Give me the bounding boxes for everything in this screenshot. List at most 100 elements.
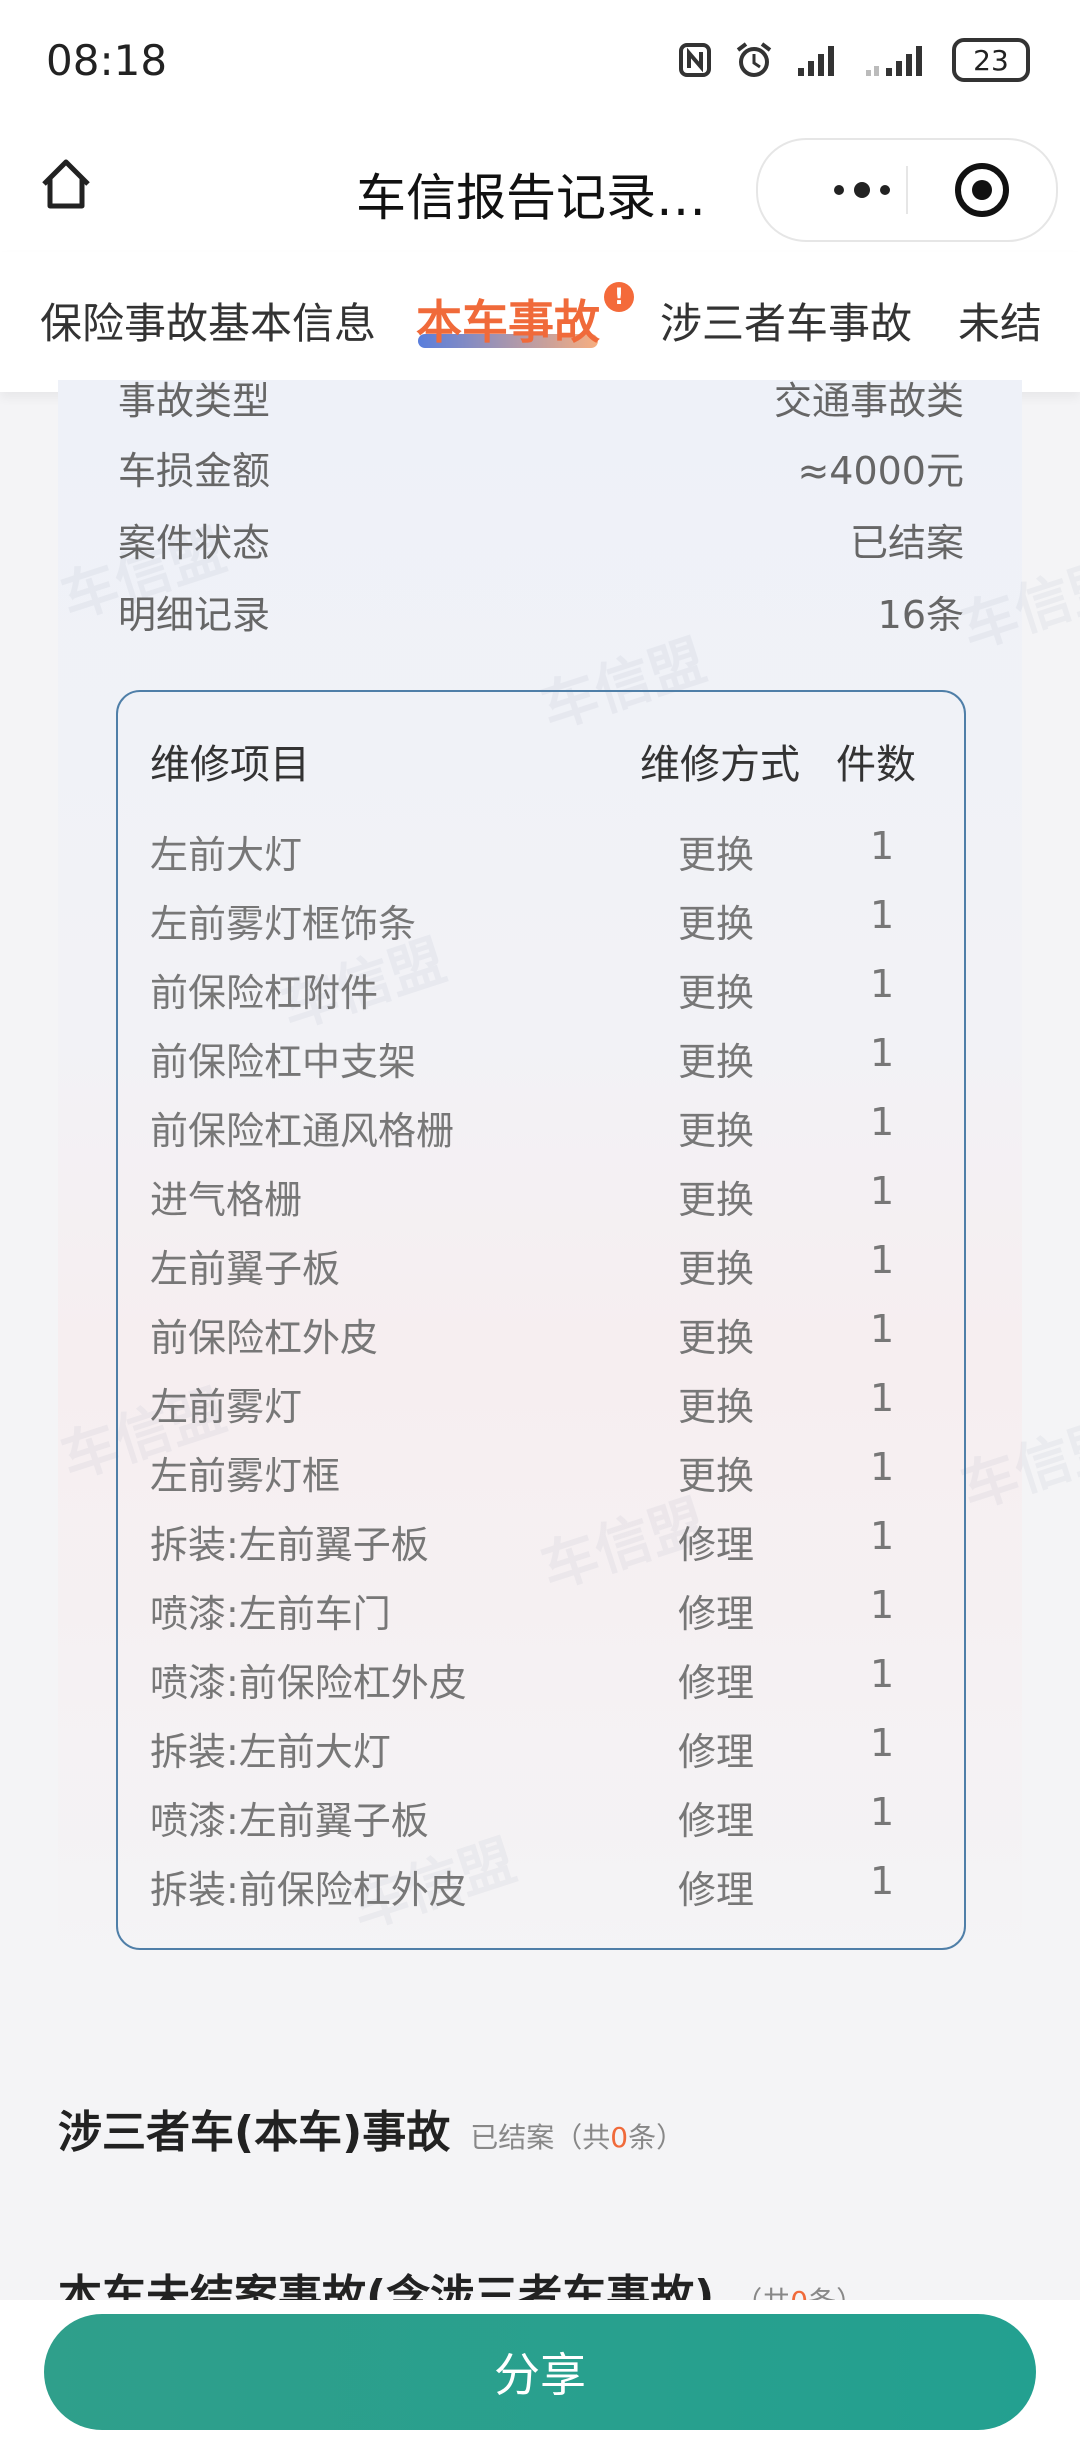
info-label: 案件状态	[118, 521, 271, 565]
table-row: 左前翼子板 更换 1	[118, 1238, 964, 1298]
repair-count: 1	[870, 962, 895, 1006]
accident-card: 车信盟 车信盟 车信盟 车信盟 车信盟 车信盟 车信盟 车信盟 事故类型 交通事…	[54, 379, 1080, 2000]
column-header-method: 维修方式	[640, 742, 800, 788]
repair-method: 更换	[678, 1109, 755, 1153]
table-row: 拆装:左前翼子板 修理 1	[118, 1514, 964, 1574]
repair-detail-table: 维修项目 维修方式 件数 左前大灯 更换 1 左前雾灯框饰条 更换 1 前保险杠附件 更换…	[116, 690, 966, 1950]
repair-count: 1	[870, 1790, 895, 1834]
repair-method: 更换	[678, 902, 755, 946]
section-count: 0	[610, 2121, 629, 2154]
repair-count: 1	[870, 1307, 895, 1351]
repair-method: 更换	[678, 1040, 755, 1084]
repair-item: 左前雾灯	[150, 1385, 303, 1429]
more-dot-right	[880, 185, 890, 195]
repair-count: 1	[870, 1031, 895, 1075]
repair-item: 喷漆:前保险杠外皮	[150, 1661, 467, 1705]
status-time: 08:18	[46, 36, 168, 85]
signal-icon	[798, 46, 834, 76]
close-target-icon[interactable]	[954, 162, 1010, 218]
repair-count: 1	[870, 1169, 895, 1213]
repair-count: 1	[870, 1238, 895, 1282]
nfc-icon	[679, 43, 711, 77]
more-button[interactable]	[802, 166, 922, 214]
tab-third-party[interactable]: 涉三者车事故	[660, 290, 912, 351]
table-row: 左前雾灯框 更换 1	[118, 1445, 964, 1505]
repair-method: 更换	[678, 1316, 755, 1360]
table-row: 左前雾灯 更换 1	[118, 1376, 964, 1436]
repair-item: 拆装:左前翼子板	[150, 1523, 429, 1567]
repair-method: 修理	[678, 1661, 755, 1705]
signal-icon-2	[866, 46, 922, 76]
info-row-detail-count: 明细记录 16条	[118, 584, 964, 639]
repair-item: 前保险杠附件	[150, 971, 379, 1015]
more-dots-icon	[834, 185, 844, 195]
info-value: 交通事故类	[773, 379, 964, 423]
repair-count: 1	[870, 1859, 895, 1903]
repair-count: 1	[870, 1652, 895, 1696]
table-row: 前保险杠中支架 更换 1	[118, 1031, 964, 1091]
page-title: 车信报告记录…	[356, 169, 706, 227]
watermark: 车信盟	[953, 548, 1080, 663]
table-row: 进气格栅 更换 1	[118, 1169, 964, 1229]
table-row: 喷漆:左前车门 修理 1	[118, 1583, 964, 1643]
tab-insurance-basic[interactable]: 保险事故基本信息	[40, 290, 376, 351]
table-row: 左前大灯 更换 1	[118, 824, 964, 884]
section-unit: 条）	[628, 2121, 685, 2154]
watermark: 车信盟	[953, 1408, 1080, 1523]
repair-count: 1	[870, 824, 895, 868]
repair-count: 1	[870, 1583, 895, 1627]
repair-count: 1	[870, 893, 895, 937]
repair-item: 拆装:左前大灯	[150, 1730, 391, 1774]
section-subtitle: 已结案（共0条）	[470, 2121, 684, 2154]
repair-item: 进气格栅	[150, 1178, 303, 1222]
table-row: 前保险杠外皮 更换 1	[118, 1307, 964, 1367]
info-row-case-status: 案件状态 已结案	[118, 512, 964, 567]
repair-item: 左前翼子板	[150, 1247, 341, 1291]
status-icons: 23	[678, 38, 1030, 82]
more-dot-center	[854, 182, 870, 198]
battery-indicator: 23	[952, 38, 1030, 82]
section-third-party-own: 涉三者车(本车)事故 已结案（共0条）	[58, 2096, 684, 2160]
status-bar: 08:18 23	[0, 0, 1080, 120]
info-row-damage-amount: 车损金额 ≈4000元	[118, 440, 964, 495]
repair-item: 喷漆:左前翼子板	[150, 1799, 429, 1843]
bottom-bar: 分享	[0, 2300, 1080, 2440]
repair-item: 前保险杠中支架	[150, 1040, 417, 1084]
alert-badge: !	[604, 282, 634, 312]
table-row: 喷漆:前保险杠外皮 修理 1	[118, 1652, 964, 1712]
tab-own-accident[interactable]: 本车事故	[416, 286, 600, 352]
section-title: 涉三者车(本车)事故	[58, 2107, 451, 2158]
repair-method: 修理	[678, 1730, 755, 1774]
repair-item: 左前大灯	[150, 833, 303, 877]
info-label: 事故类型	[118, 379, 271, 423]
info-value: 已结案	[849, 521, 964, 565]
capsule-divider	[906, 166, 908, 214]
share-button[interactable]: 分享	[44, 2314, 1036, 2430]
section-status: 已结案（共	[470, 2121, 611, 2154]
table-row: 拆装:前保险杠外皮 修理 1	[118, 1859, 964, 1919]
repair-method: 修理	[678, 1523, 755, 1567]
repair-count: 1	[870, 1721, 895, 1765]
home-icon[interactable]	[36, 154, 96, 214]
repair-item: 左前雾灯框饰条	[150, 902, 417, 946]
repair-method: 更换	[678, 1385, 755, 1429]
repair-count: 1	[870, 1100, 895, 1144]
repair-item: 左前雾灯框	[150, 1454, 341, 1498]
repair-method: 更换	[678, 971, 755, 1015]
column-header-item: 维修项目	[150, 742, 310, 788]
repair-method: 修理	[678, 1799, 755, 1843]
repair-method: 更换	[678, 1178, 755, 1222]
repair-item: 前保险杠通风格栅	[150, 1109, 455, 1153]
table-row: 喷漆:左前翼子板 修理 1	[118, 1790, 964, 1850]
info-label: 明细记录	[118, 593, 271, 637]
info-row-accident-type: 事故类型 交通事故类	[118, 370, 964, 425]
repair-item: 前保险杠外皮	[150, 1316, 379, 1360]
table-row: 左前雾灯框饰条 更换 1	[118, 893, 964, 953]
repair-count: 1	[870, 1514, 895, 1558]
info-value: 16条	[877, 593, 964, 637]
alarm-icon	[736, 42, 772, 77]
table-row: 拆装:左前大灯 修理 1	[118, 1721, 964, 1781]
repair-method: 修理	[678, 1868, 755, 1912]
nav-bar: 车信报告记录…	[0, 120, 1080, 252]
tab-unsettled[interactable]: 未结	[958, 290, 1042, 351]
